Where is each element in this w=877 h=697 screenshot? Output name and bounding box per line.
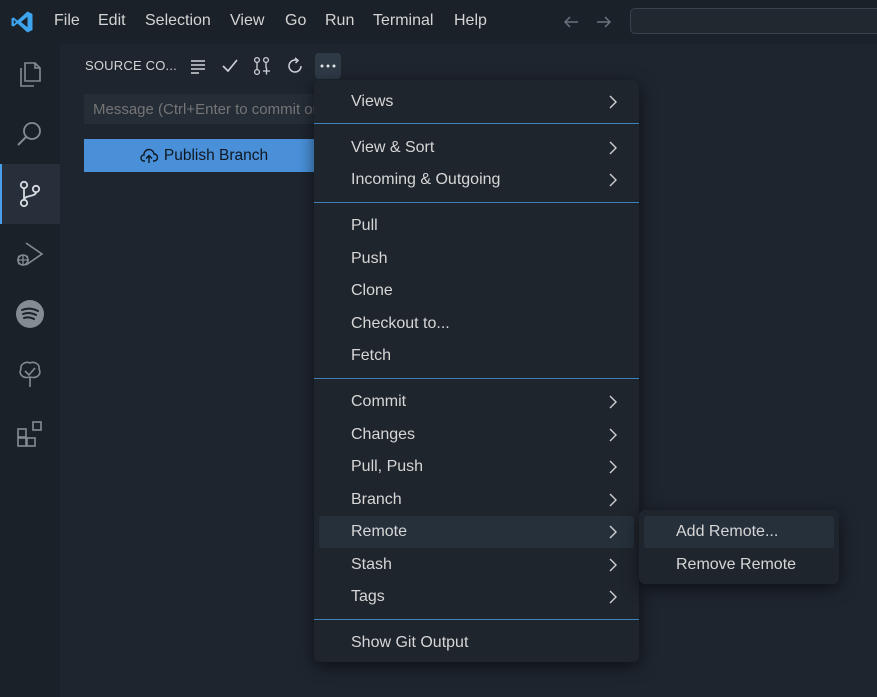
menu-item-label: Incoming & Outgoing: [351, 171, 501, 188]
command-center-search[interactable]: [630, 8, 877, 34]
chevron-right-icon: [609, 558, 617, 572]
menu-file[interactable]: File: [54, 12, 80, 30]
menu-item-label: Pull: [351, 217, 378, 234]
menu-item-label: Branch: [351, 491, 402, 508]
menu-item-label: Remote: [351, 523, 408, 540]
menu-item-label: Stash: [351, 556, 392, 573]
chevron-right-icon: [609, 141, 617, 155]
chevron-right-icon: [609, 173, 617, 187]
menu-item-label: Pull, Push: [351, 458, 424, 475]
menu-go[interactable]: Go: [285, 12, 306, 30]
menu-selection[interactable]: Selection: [145, 12, 211, 30]
commit-message-input[interactable]: [84, 94, 324, 124]
menu-item-views[interactable]: Views: [319, 86, 634, 118]
publish-branch-label: Publish Branch: [163, 146, 269, 164]
menu-item-push[interactable]: Push: [319, 243, 634, 275]
more-actions-menu: Views View & Sort Incoming & Outgoing Pu…: [314, 80, 639, 662]
menu-item-remote[interactable]: Remote: [319, 516, 634, 548]
tree-icon[interactable]: [0, 344, 60, 404]
menu-item-label: View & Sort: [351, 139, 435, 156]
menu-item-label: Tags: [351, 588, 385, 605]
submenu-item-label: Add Remote...: [676, 523, 779, 540]
create-pull-request-icon[interactable]: [250, 53, 276, 79]
menu-item-branch[interactable]: Branch: [319, 484, 634, 516]
more-actions-icon[interactable]: [315, 53, 341, 79]
menu-view[interactable]: View: [230, 12, 264, 30]
menu-item-show-git-output[interactable]: Show Git Output: [319, 627, 634, 659]
menu-item-pull[interactable]: Pull: [319, 210, 634, 242]
menu-item-incoming-outgoing[interactable]: Incoming & Outgoing: [319, 164, 634, 196]
chevron-right-icon: [609, 395, 617, 409]
chevron-right-icon: [609, 95, 617, 109]
commit-check-icon[interactable]: [217, 53, 243, 79]
extensions-icon[interactable]: [0, 404, 60, 464]
refresh-icon[interactable]: [282, 53, 308, 79]
activity-bar: [0, 44, 60, 697]
menu-item-label: Changes: [351, 426, 416, 443]
submenu-item-label: Remove Remote: [676, 556, 797, 573]
menu-separator: [314, 619, 639, 620]
chevron-right-icon: [609, 493, 617, 507]
menu-separator: [314, 123, 639, 124]
submenu-item-remove-remote[interactable]: Remove Remote: [644, 549, 834, 581]
menu-help[interactable]: Help: [454, 12, 487, 30]
menu-item-label: Push: [351, 250, 388, 267]
menu-separator: [314, 202, 639, 203]
explorer-icon[interactable]: [0, 44, 60, 104]
menu-item-commit[interactable]: Commit: [319, 386, 634, 418]
source-control-title: SOURCE CO...: [85, 58, 177, 73]
menu-separator: [314, 378, 639, 379]
publish-branch-button[interactable]: Publish Branch: [84, 139, 324, 172]
submenu-item-add-remote[interactable]: Add Remote...: [644, 516, 834, 548]
menu-item-checkout[interactable]: Checkout to...: [319, 308, 634, 340]
menu-item-clone[interactable]: Clone: [319, 275, 634, 307]
search-icon[interactable]: [0, 104, 60, 164]
chevron-right-icon: [609, 428, 617, 442]
view-as-tree-icon[interactable]: [185, 53, 211, 79]
menu-item-stash[interactable]: Stash: [319, 549, 634, 581]
menu-item-label: Show Git Output: [351, 634, 469, 651]
chevron-right-icon: [609, 590, 617, 604]
chevron-right-icon: [609, 525, 617, 539]
forward-arrow-icon[interactable]: [595, 13, 613, 31]
menu-terminal[interactable]: Terminal: [373, 12, 433, 30]
menu-edit[interactable]: Edit: [98, 12, 126, 30]
menu-item-label: Commit: [351, 393, 407, 410]
menu-item-label: Fetch: [351, 347, 392, 364]
menu-item-label: Clone: [351, 282, 393, 299]
menu-run[interactable]: Run: [325, 12, 354, 30]
menu-item-tags[interactable]: Tags: [319, 581, 634, 613]
vscode-logo-icon[interactable]: [10, 10, 34, 34]
spotify-icon[interactable]: [0, 284, 60, 344]
menu-item-changes[interactable]: Changes: [319, 419, 634, 451]
menu-item-fetch[interactable]: Fetch: [319, 340, 634, 372]
menu-item-view-sort[interactable]: View & Sort: [319, 132, 634, 164]
back-arrow-icon[interactable]: [562, 13, 580, 31]
remote-submenu: Add Remote... Remove Remote: [639, 510, 839, 584]
title-bar: File Edit Selection View Go Run Terminal…: [0, 0, 877, 44]
chevron-right-icon: [609, 460, 617, 474]
source-control-icon[interactable]: [0, 164, 60, 224]
menu-item-label: Views: [351, 93, 394, 110]
run-debug-icon[interactable]: [0, 224, 60, 284]
menu-item-label: Checkout to...: [351, 315, 450, 332]
cloud-upload-icon: [140, 148, 158, 163]
menu-item-pull-push[interactable]: Pull, Push: [319, 451, 634, 483]
